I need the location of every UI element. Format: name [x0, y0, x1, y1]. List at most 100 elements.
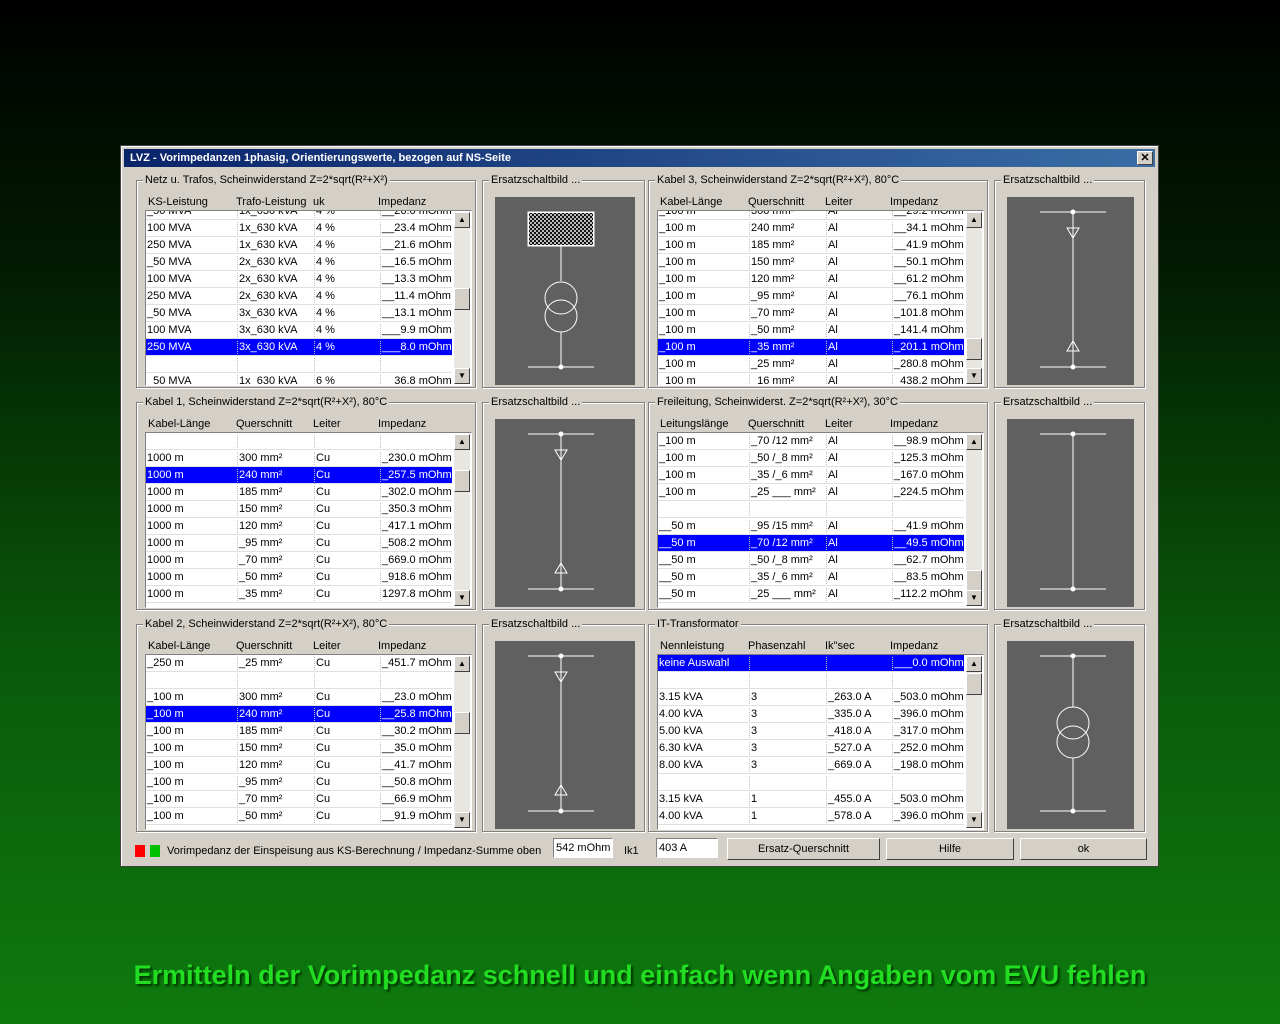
table-row[interactable]: keine Auswahl ___0.0 mOhm	[658, 655, 964, 672]
table-row[interactable]: _100 m _70 /12 mm² Al __98.9 mOhm	[658, 433, 964, 450]
list-box[interactable]: _250 m _25 mm² Cu _451.7 mOhm _100 m 300 mm² C…	[145, 654, 472, 830]
column-header[interactable]: Impedanz	[378, 196, 426, 208]
hilfe-button[interactable]: Hilfe	[886, 838, 1014, 860]
scroll-down-icon[interactable]: ▼	[966, 812, 982, 828]
table-row[interactable]	[146, 672, 452, 689]
scroll-down-icon[interactable]: ▼	[454, 812, 470, 828]
table-row[interactable]: _100 m 150 mm² Cu __35.0 mOhm	[146, 740, 452, 757]
table-row[interactable]: _100 m _95 mm² Cu __50.8 mOhm	[146, 774, 452, 791]
table-row[interactable]: _100 m 185 mm² Cu __30.2 mOhm	[146, 723, 452, 740]
scroll-thumb[interactable]	[966, 673, 982, 695]
column-header[interactable]: Ik"sec	[825, 640, 855, 652]
table-row[interactable]: _50 MVA 3x_630 kVA 4 % __13.1 mOhm	[146, 305, 452, 322]
table-row[interactable]: 1000 m 150 mm² Cu _350.3 mOhm	[146, 501, 452, 518]
column-header[interactable]: Impedanz	[378, 640, 426, 652]
table-row[interactable]: 3.15 kVA 1 _455.0 A _503.0 mOhm	[658, 791, 964, 808]
table-row[interactable]: _250 m _25 mm² Cu _451.7 mOhm	[146, 655, 452, 672]
table-row[interactable]: _100 m 240 mm² Cu __25.8 mOhm	[146, 706, 452, 723]
table-row[interactable]: _100 m 240 mm² Al __34.1 mOhm	[658, 220, 964, 237]
column-header[interactable]: Impedanz	[890, 196, 938, 208]
table-row[interactable]: __50 m _25 ___ mm² Al _112.2 mOhm	[658, 586, 964, 603]
table-row[interactable]: 4.00 kVA 1 _578.0 A _396.0 mOhm	[658, 808, 964, 825]
table-row[interactable]	[146, 433, 452, 450]
scrollbar[interactable]: ▲ ▼	[454, 656, 470, 828]
column-header[interactable]: Leiter	[825, 418, 853, 430]
column-header[interactable]: Querschnitt	[236, 640, 292, 652]
column-header[interactable]: Kabel-Länge	[148, 418, 210, 430]
table-row[interactable]: 1000 m _35 mm² Cu 1297.8 mOhm	[146, 586, 452, 603]
table-row[interactable]: 5.00 kVA 3 _418.0 A _317.0 mOhm	[658, 723, 964, 740]
table-row[interactable]: _50 MVA 1x_630 kVA 4 % __26.0 mOhm	[146, 211, 452, 220]
list-kabel-2[interactable]: Kabel-Länge Querschnitt Leiter Impedanz _250…	[145, 640, 472, 830]
column-header[interactable]: Leiter	[313, 640, 341, 652]
table-row[interactable]	[146, 356, 452, 373]
scroll-thumb[interactable]	[966, 338, 982, 360]
scroll-up-icon[interactable]: ▲	[454, 212, 470, 228]
table-row[interactable]: 1000 m _50 mm² Cu _918.6 mOhm	[146, 569, 452, 586]
scroll-up-icon[interactable]: ▲	[966, 434, 982, 450]
table-row[interactable]	[658, 672, 964, 689]
column-header[interactable]: Leitungslänge	[660, 418, 729, 430]
scroll-up-icon[interactable]: ▲	[454, 434, 470, 450]
table-row[interactable]: _100 m _35 mm² Al _201.1 mOhm	[658, 339, 964, 356]
table-row[interactable]: 1000 m 185 mm² Cu _302.0 mOhm	[146, 484, 452, 501]
table-row[interactable]: 4.00 kVA 3 _335.0 A _396.0 mOhm	[658, 706, 964, 723]
list-it-transformator[interactable]: Nennleistung Phasenzahl Ik"sec Impedanz kein…	[657, 640, 984, 830]
table-row[interactable]: _100 m _70 mm² Cu __66.9 mOhm	[146, 791, 452, 808]
list-box[interactable]: 1000 m 300 mm² Cu _230.0 mOhm 1000 m 240 mm² C…	[145, 432, 472, 608]
column-header[interactable]: Leiter	[313, 418, 341, 430]
table-row[interactable]: 250 MVA 3x_630 kVA 4 % ___8.0 mOhm	[146, 339, 452, 356]
column-header[interactable]: Nennleistung	[660, 640, 724, 652]
table-row[interactable]: _100 m _50 mm² Al _141.4 mOhm	[658, 322, 964, 339]
column-header[interactable]: Querschnitt	[236, 418, 292, 430]
table-row[interactable]: 1000 m _95 mm² Cu _508.2 mOhm	[146, 535, 452, 552]
table-row[interactable]	[658, 774, 964, 791]
table-row[interactable]: _100 m _50 /_8 mm² Al _125.3 mOhm	[658, 450, 964, 467]
column-header[interactable]: Querschnitt	[748, 418, 804, 430]
table-row[interactable]: _100 m _35 /_6 mm² Al _167.0 mOhm	[658, 467, 964, 484]
column-header[interactable]: Impedanz	[890, 418, 938, 430]
column-header[interactable]: Impedanz	[890, 640, 938, 652]
ok-button[interactable]: ok	[1020, 838, 1147, 860]
scrollbar[interactable]: ▲ ▼	[454, 212, 470, 384]
list-box[interactable]: keine Auswahl ___0.0 mOhm 3.15 kVA 3 _263.0 …	[657, 654, 984, 830]
column-header[interactable]: uk	[313, 196, 325, 208]
scroll-down-icon[interactable]: ▼	[966, 368, 982, 384]
table-row[interactable]: 8.00 kVA 3 _669.0 A _198.0 mOhm	[658, 757, 964, 774]
scrollbar[interactable]: ▲ ▼	[966, 434, 982, 606]
table-row[interactable]: _100 m _16 mm² Al _438.2 mOhm	[658, 373, 964, 385]
table-row[interactable]: _100 m 120 mm² Cu __41.7 mOhm	[146, 757, 452, 774]
scroll-thumb[interactable]	[454, 470, 470, 492]
table-row[interactable]: _100 m _70 mm² Al _101.8 mOhm	[658, 305, 964, 322]
table-row[interactable]: _100 m 300 mm² Cu __23.0 mOhm	[146, 689, 452, 706]
list-box[interactable]: _100 m 300 mm² Al __29.2 mOhm _100 m 240 mm² A…	[657, 210, 984, 386]
table-row[interactable]: 3.15 kVA 3 _263.0 A _503.0 mOhm	[658, 689, 964, 706]
scrollbar[interactable]: ▲ ▼	[454, 434, 470, 606]
table-row[interactable]: __50 m _35 /_6 mm² Al __83.5 mOhm	[658, 569, 964, 586]
column-header[interactable]: KS-Leistung	[148, 196, 208, 208]
list-box[interactable]: _100 m _70 /12 mm² Al __98.9 mOhm _100 m _50 …	[657, 432, 984, 608]
scroll-down-icon[interactable]: ▼	[966, 590, 982, 606]
impedance-sum-field[interactable]: 542 mOhm	[553, 838, 613, 858]
scroll-thumb[interactable]	[454, 712, 470, 734]
list-kabel-1[interactable]: Kabel-Länge Querschnitt Leiter Impedanz 1000…	[145, 418, 472, 608]
table-row[interactable]: _100 m 120 mm² Al __61.2 mOhm	[658, 271, 964, 288]
table-row[interactable]: _100 m _95 mm² Al __76.1 mOhm	[658, 288, 964, 305]
table-row[interactable]: _100 m _50 mm² Cu __91.9 mOhm	[146, 808, 452, 825]
ik1-field[interactable]: 403 A	[656, 838, 718, 858]
column-header[interactable]: Phasenzahl	[748, 640, 806, 652]
column-header[interactable]: Leiter	[825, 196, 853, 208]
list-freileitung[interactable]: Leitungslänge Querschnitt Leiter Impedanz _1…	[657, 418, 984, 608]
table-row[interactable]: _100 m _25 ___ mm² Al _224.5 mOhm	[658, 484, 964, 501]
column-header[interactable]: Kabel-Länge	[148, 640, 210, 652]
scroll-up-icon[interactable]: ▲	[454, 656, 470, 672]
table-row[interactable]: _100 m _25 mm² Al _280.8 mOhm	[658, 356, 964, 373]
scroll-thumb[interactable]	[454, 288, 470, 310]
table-row[interactable]: __50 m _95 /15 mm² Al __41.9 mOhm	[658, 518, 964, 535]
table-row[interactable]: _50 MVA 2x_630 kVA 4 % __16.5 mOhm	[146, 254, 452, 271]
table-row[interactable]: 100 MVA 2x_630 kVA 4 % __13.3 mOhm	[146, 271, 452, 288]
table-row[interactable]: __50 m _50 /_8 mm² Al __62.7 mOhm	[658, 552, 964, 569]
table-row[interactable]: 1000 m 120 mm² Cu _417.1 mOhm	[146, 518, 452, 535]
table-row[interactable]: 6.30 kVA 3 _527.0 A _252.0 mOhm	[658, 740, 964, 757]
scroll-down-icon[interactable]: ▼	[454, 590, 470, 606]
